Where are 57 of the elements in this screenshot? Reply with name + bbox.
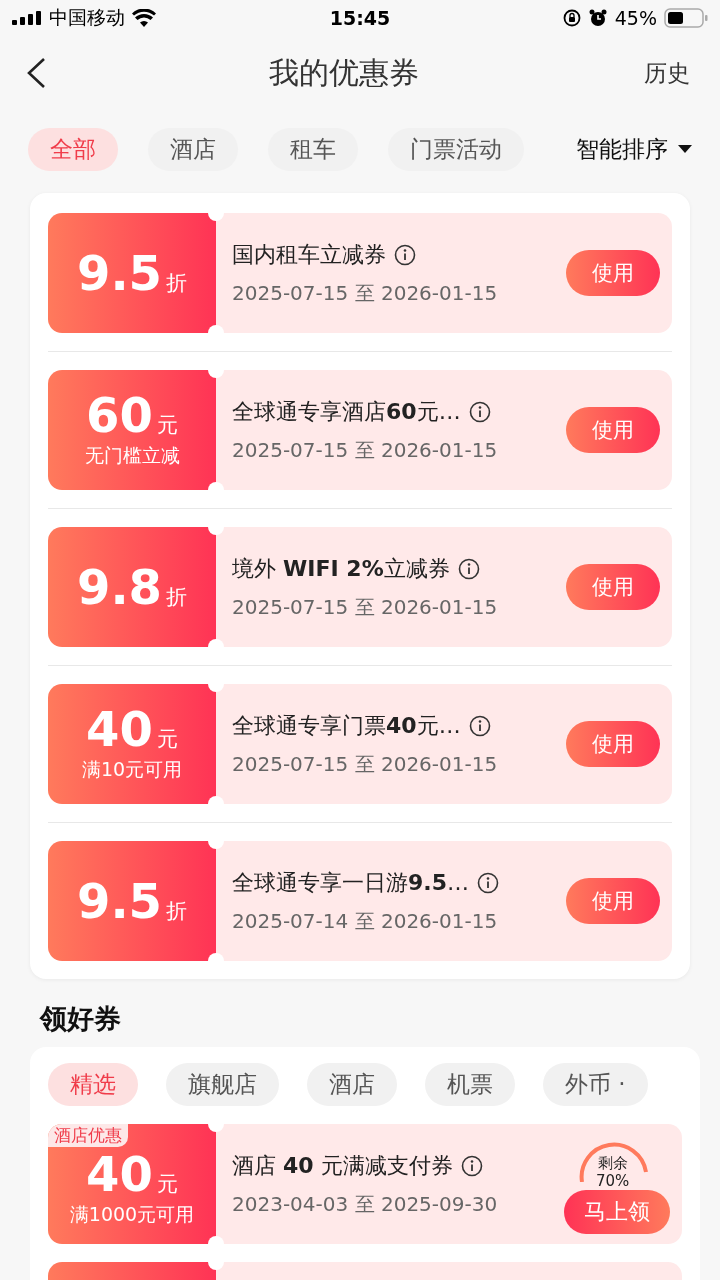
coupon-title: 全球通专享一日游9.5…: [232, 868, 469, 897]
battery-percent: 45%: [614, 7, 657, 29]
coupon-validity: 2025-07-15 至 2026-01-15: [232, 593, 498, 621]
filter-tab[interactable]: 租车: [268, 127, 358, 171]
coupon-unit: 折: [166, 584, 187, 611]
coupon-unit: 元: [156, 412, 178, 439]
info-icon[interactable]: [394, 243, 416, 266]
category-tab[interactable]: 机票: [425, 1063, 515, 1106]
coupon-amount: 40: [86, 705, 153, 753]
page-title: 我的优惠券: [269, 53, 419, 92]
coupon-unit: 折: [166, 898, 187, 925]
filter-tab[interactable]: 酒店: [148, 127, 238, 171]
sort-dropdown[interactable]: 智能排序: [576, 133, 692, 165]
info-icon[interactable]: [468, 400, 491, 423]
battery-icon: [664, 8, 708, 28]
wifi-icon: [132, 9, 156, 27]
category-tab[interactable]: 旗舰店: [166, 1063, 279, 1106]
filter-tab[interactable]: 门票活动: [388, 127, 524, 171]
section-title: 领好券: [40, 1002, 122, 1036]
alarm-icon: [587, 8, 608, 28]
coupon-title: 酒店 40 元满减支付券: [232, 1151, 453, 1180]
coupon-amount: 9.8: [77, 563, 162, 611]
info-icon[interactable]: [457, 557, 480, 580]
signal-icon: [12, 11, 42, 25]
coupon-condition: 满1000元可用: [69, 1202, 195, 1227]
category-tab[interactable]: 酒店: [307, 1063, 397, 1106]
remaining-percent: 70%: [596, 1172, 630, 1190]
status-time: 15:45: [329, 7, 391, 29]
coupon-unit: 元: [156, 726, 178, 753]
info-icon[interactable]: [460, 1154, 483, 1177]
coupon-unit: 元: [156, 1171, 178, 1198]
caret-icon: [678, 144, 692, 154]
coupon-title: 全球通专享门票40元…: [232, 711, 461, 740]
coupon-validity: 2025-07-15 至 2026-01-15: [232, 436, 498, 464]
coupon-amount: 60: [86, 391, 153, 439]
coupon-validity: 2025-07-15 至 2026-01-15: [232, 279, 498, 307]
info-icon[interactable]: [468, 714, 491, 737]
back-icon[interactable]: [26, 57, 46, 89]
carrier-name: 中国移动: [49, 5, 125, 30]
remaining-label: 剩余: [598, 1154, 628, 1173]
coupon-title: 国内租车立减券: [232, 240, 386, 269]
history-button[interactable]: 历史: [642, 57, 692, 89]
coupon-amount: 9.5: [77, 249, 162, 297]
rotation-lock-icon: [562, 9, 581, 27]
coupon-validity: 2025-07-14 至 2026-01-15: [232, 907, 499, 935]
category-tab[interactable]: 外币 ·: [543, 1063, 648, 1106]
coupon-unit: 折: [166, 270, 187, 297]
coupon-validity: 2023-04-03 至 2025-09-30: [232, 1190, 498, 1218]
coupon-validity: 2025-07-15 至 2026-01-15: [232, 750, 498, 778]
coupon-title: 境外 WIFI 2%立减券: [232, 554, 450, 583]
coupon-condition: 无门槛立减: [84, 443, 180, 468]
coupon-title: 全球通专享酒店60元…: [232, 397, 461, 426]
coupon-amount: 40: [86, 1150, 153, 1198]
coupon-condition: 满10元可用: [81, 757, 183, 782]
coupon-tag: 酒店优惠: [48, 1124, 128, 1147]
coupon-amount: 9.5: [77, 877, 162, 925]
info-icon[interactable]: [477, 871, 499, 894]
